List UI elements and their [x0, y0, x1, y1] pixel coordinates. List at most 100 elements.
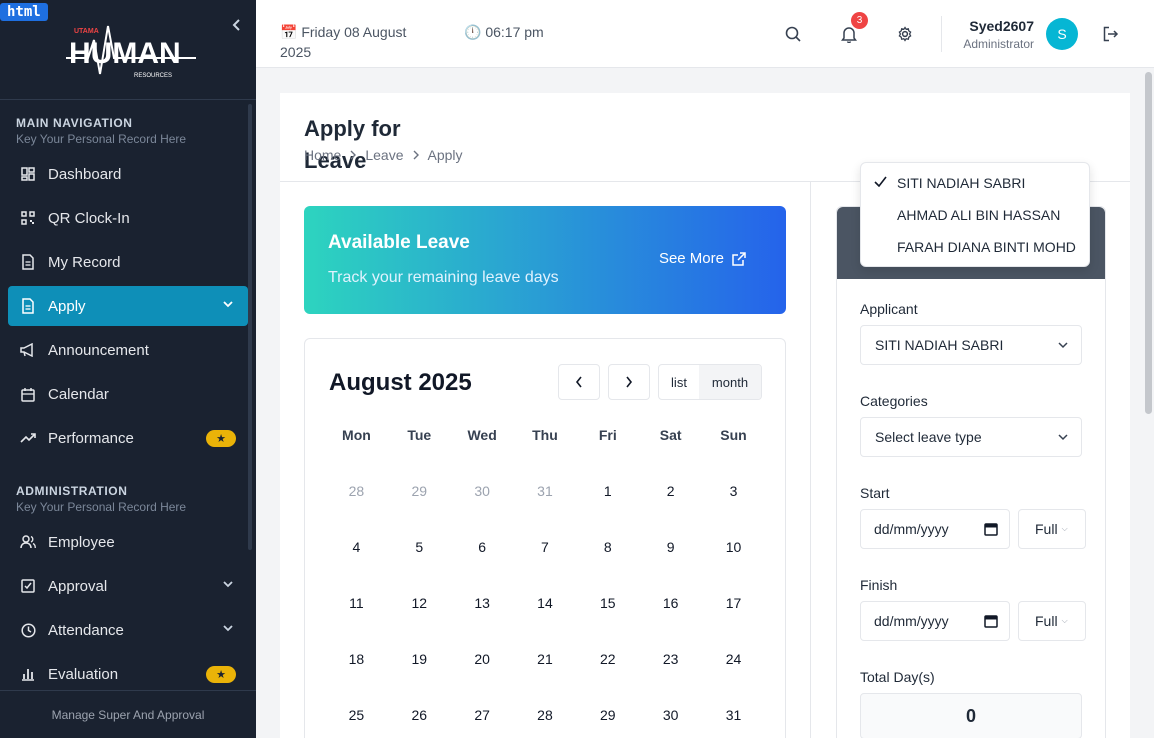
sidebar-item-evaluation[interactable]: Evaluation ★ — [8, 654, 248, 694]
calendar-week: 28 29 30 31 1 2 3 — [325, 463, 765, 519]
topbar: 📅 Friday 08 August 2025 🕛 06:17 pm 3 Sye… — [256, 0, 1154, 68]
calendar-day[interactable]: 28 — [514, 707, 577, 723]
sidebar-item-label: QR Clock-In — [48, 209, 130, 227]
calendar-day[interactable]: 15 — [576, 595, 639, 611]
leave-type-select[interactable]: Select leave type — [860, 417, 1082, 457]
sidebar-scrollbar[interactable] — [248, 104, 252, 550]
see-more-link[interactable]: See More — [659, 250, 746, 267]
logo-small-text: UTAMA — [74, 28, 99, 35]
sidebar-item-label: Performance — [48, 429, 134, 447]
calendar-day[interactable]: 31 — [514, 483, 577, 499]
calendar-day[interactable]: 27 — [451, 707, 514, 723]
notification-count-badge: 3 — [851, 12, 868, 29]
calendar-day[interactable]: 14 — [514, 595, 577, 611]
applicant-select[interactable]: SITI NADIAH SABRI — [860, 325, 1082, 365]
calendar-day[interactable]: 23 — [639, 651, 702, 667]
calendar-day[interactable]: 2 — [639, 483, 702, 499]
weekday-label: Sat — [659, 427, 682, 443]
next-month-button[interactable] — [608, 364, 650, 400]
calendar-day[interactable]: 3 — [702, 483, 765, 499]
logout-button[interactable] — [1098, 22, 1122, 46]
sidebar-item-announcement[interactable]: Announcement — [8, 330, 248, 370]
calendar-day[interactable]: 7 — [514, 539, 577, 555]
calendar-day[interactable]: 11 — [325, 595, 388, 611]
administration-section: ADMINISTRATION Key Your Personal Record … — [0, 462, 256, 518]
start-date-input[interactable]: dd/mm/yyyy — [860, 509, 1010, 549]
column-divider — [810, 182, 811, 738]
dropdown-option[interactable]: AHMAD ALI BIN HASSAN — [861, 199, 1091, 231]
avatar[interactable]: S — [1046, 18, 1078, 50]
calendar-day[interactable]: 24 — [702, 651, 765, 667]
search-button[interactable] — [781, 22, 805, 46]
calendar-day[interactable]: 17 — [702, 595, 765, 611]
dropdown-option[interactable]: FARAH DIANA BINTI MOHD — [861, 231, 1091, 263]
finish-date-input[interactable]: dd/mm/yyyy — [860, 601, 1010, 641]
calendar-week: 4 5 6 7 8 9 10 — [325, 519, 765, 575]
calendar-day[interactable]: 30 — [639, 707, 702, 723]
sidebar-item-dashboard[interactable]: Dashboard — [8, 154, 248, 194]
calendar-day[interactable]: 8 — [576, 539, 639, 555]
calendar-view-toggle: list month — [658, 364, 762, 400]
sidebar-item-label: Attendance — [48, 621, 124, 639]
calendar-title: August 2025 — [329, 369, 472, 396]
breadcrumb-leave[interactable]: Leave — [365, 147, 403, 163]
calendar-day[interactable]: 9 — [639, 539, 702, 555]
calendar-week: 18 19 20 21 22 23 24 — [325, 631, 765, 687]
current-time: 🕛 06:17 pm — [464, 24, 544, 40]
sidebar-item-apply[interactable]: Apply — [8, 286, 248, 326]
sidebar-item-employee[interactable]: Employee — [8, 522, 248, 562]
list-view-button[interactable]: list — [659, 365, 699, 399]
chevron-down-icon — [1058, 434, 1068, 441]
megaphone-icon — [20, 342, 36, 358]
collapse-sidebar-button[interactable] — [232, 18, 242, 37]
settings-button[interactable] — [893, 22, 917, 46]
logo-sub-text: RESOURCES — [134, 73, 172, 79]
finish-duration-select[interactable]: Full ⌵ — [1018, 601, 1086, 641]
sidebar-footer: Manage Super And Approval — [0, 690, 256, 738]
calendar-day[interactable]: 29 — [576, 707, 639, 723]
calendar-day[interactable]: 28 — [325, 483, 388, 499]
calendar-day[interactable]: 29 — [388, 483, 451, 499]
check-icon — [874, 176, 887, 187]
page-title: Apply for Leave — [304, 116, 401, 173]
star-badge: ★ — [206, 430, 236, 447]
available-leave-banner: Available Leave Track your remaining lea… — [304, 206, 786, 314]
calendar-day[interactable]: 1 — [576, 483, 639, 499]
dropdown-option[interactable]: SITI NADIAH SABRI — [861, 167, 1091, 199]
calendar-day[interactable]: 4 — [325, 539, 388, 555]
calendar-day[interactable]: 26 — [388, 707, 451, 723]
sidebar-item-my-record[interactable]: My Record — [8, 242, 248, 282]
calendar-day[interactable]: 18 — [325, 651, 388, 667]
calendar-day[interactable]: 10 — [702, 539, 765, 555]
page-scrollbar[interactable] — [1145, 72, 1152, 414]
notifications-button[interactable]: 3 — [837, 12, 868, 46]
calendar-day[interactable]: 21 — [514, 651, 577, 667]
start-duration-select[interactable]: Full ⌵ — [1018, 509, 1086, 549]
sidebar-item-qr-clock-in[interactable]: QR Clock-In — [8, 198, 248, 238]
calendar-day[interactable]: 25 — [325, 707, 388, 723]
sidebar-item-approval[interactable]: Approval — [8, 566, 248, 606]
calendar-day[interactable]: 6 — [451, 539, 514, 555]
sidebar-item-calendar[interactable]: Calendar — [8, 374, 248, 414]
sidebar-item-performance[interactable]: Performance ★ — [8, 418, 248, 458]
sidebar-item-attendance[interactable]: Attendance — [8, 610, 248, 650]
section-title: MAIN NAVIGATION — [16, 116, 133, 130]
calendar-day[interactable]: 16 — [639, 595, 702, 611]
calendar-day[interactable]: 12 — [388, 595, 451, 611]
start-date-placeholder: dd/mm/yyyy — [874, 521, 949, 537]
month-view-button[interactable]: month — [699, 365, 761, 399]
previous-month-button[interactable] — [558, 364, 600, 400]
calendar-day[interactable]: 5 — [388, 539, 451, 555]
finish-duration-value: Full — [1035, 613, 1058, 629]
calendar-day[interactable]: 30 — [451, 483, 514, 499]
calendar-day[interactable]: 31 — [702, 707, 765, 723]
weekday-label: Mon — [342, 427, 371, 443]
calendar-day[interactable]: 22 — [576, 651, 639, 667]
banner-subtitle: Track your remaining leave days — [328, 269, 559, 286]
calendar-day[interactable]: 20 — [451, 651, 514, 667]
sidebar-item-label: My Record — [48, 253, 121, 271]
calendar-day[interactable]: 13 — [451, 595, 514, 611]
categories-label: Categories — [860, 393, 928, 409]
breadcrumb-home[interactable]: Home — [304, 147, 341, 163]
calendar-day[interactable]: 19 — [388, 651, 451, 667]
